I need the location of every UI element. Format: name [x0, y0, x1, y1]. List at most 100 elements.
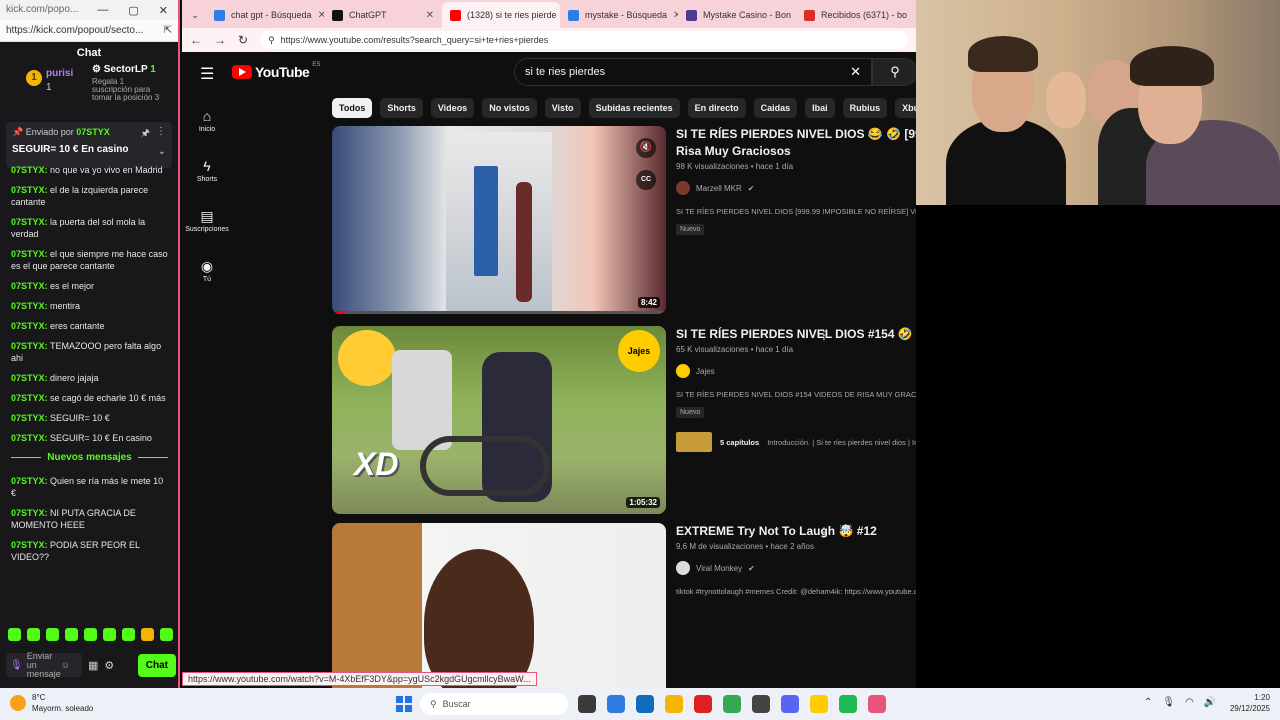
- channel-avatar[interactable]: [676, 181, 690, 195]
- filter-chip[interactable]: Videos: [430, 98, 475, 118]
- browser-tab[interactable]: Recibidos (6371) - bo ✕: [796, 2, 914, 28]
- mute-icon[interactable]: 🔇: [636, 138, 656, 158]
- emoji-icon[interactable]: ☺: [61, 660, 70, 670]
- chat-username[interactable]: 07STYX: [11, 476, 45, 486]
- emote-icon[interactable]: [103, 628, 116, 641]
- chat-message[interactable]: 07STYX: mentira: [11, 300, 168, 312]
- search-button[interactable]: ⚲: [872, 58, 916, 86]
- emote-icon[interactable]: [65, 628, 78, 641]
- chat-message[interactable]: 07STYX: TEMAZOOO pero falta algo ahi: [11, 340, 168, 364]
- chat-message[interactable]: 07STYX: SEGUIR= 10 € En casino: [11, 432, 168, 444]
- taskbar-app-icon[interactable]: [607, 695, 625, 713]
- chat-message[interactable]: 07STYX: eres cantante: [11, 320, 168, 332]
- filter-chip[interactable]: Rubius: [842, 98, 888, 118]
- send-chat-button[interactable]: Chat: [137, 653, 176, 677]
- close-tab-icon[interactable]: ✕: [913, 10, 914, 21]
- pin-toggle-icon[interactable]: 🖈: [141, 126, 150, 143]
- tab-list-icon[interactable]: ⌄: [184, 2, 206, 28]
- taskbar-app-icon[interactable]: [868, 695, 886, 713]
- minimize-icon[interactable]: —: [97, 4, 108, 16]
- channel-name[interactable]: Viral Monkey: [696, 564, 742, 573]
- gifter-name[interactable]: purisi: [46, 68, 73, 79]
- chat-message[interactable]: 07STYX: dinero jajaja: [11, 372, 168, 384]
- chat-username[interactable]: 07STYX: [11, 301, 45, 311]
- gift-icon[interactable]: ▦: [88, 659, 98, 672]
- chat-message[interactable]: 07STYX: no que va yo vivo en Madrid: [11, 164, 168, 176]
- filter-chip[interactable]: En directo: [687, 98, 746, 118]
- video-title[interactable]: SI TE RÍES PIERDES NIVEL DIOS #154 🤣 VID…: [676, 326, 916, 343]
- chat-message[interactable]: 07STYX: Quien se ría más le mete 10 €: [11, 475, 168, 499]
- taskbar-app-icon[interactable]: [781, 695, 799, 713]
- youtube-logo[interactable]: YouTube ES: [232, 62, 320, 80]
- video-title-line2[interactable]: Risa Muy Graciosos: [676, 143, 916, 160]
- chat-message[interactable]: 07STYX: se cagó de echarle 10 € más: [11, 392, 168, 404]
- emote-icon[interactable]: [160, 628, 173, 641]
- chat-message[interactable]: 07STYX: PODIA SER PEOR EL VIDEO??: [11, 539, 168, 563]
- video-result[interactable]: Jajes XD 1:05:32 SI TE RÍES PIERDES NIVE…: [332, 326, 916, 516]
- filter-chip[interactable]: Todos: [332, 98, 373, 118]
- channel-row[interactable]: Jajes: [676, 364, 916, 378]
- guide-item-home[interactable]: ⌂ Inicio: [182, 96, 232, 146]
- channel-name[interactable]: Jajes: [696, 367, 715, 376]
- browser-tab[interactable]: (1328) si te ries pierde✕: [442, 2, 560, 28]
- chat-username[interactable]: 07STYX: [11, 413, 45, 423]
- emote-icon[interactable]: [8, 628, 21, 641]
- video-title[interactable]: SI TE RÍES PIERDES NIVEL DIOS 😂 🤣 [999.9: [676, 126, 916, 143]
- video-result[interactable]: EXTREME Try Not To Laugh 🤯 #12 9,6 M de …: [332, 523, 916, 688]
- pinned-message[interactable]: 📌 Enviado por 07STYX SEGUIR= 10 € En cas…: [6, 122, 172, 168]
- site-info-icon[interactable]: ⚲: [268, 35, 275, 46]
- guide-item-shorts[interactable]: ϟ Shorts: [182, 146, 232, 196]
- channel-row[interactable]: Viral Monkey ✔: [676, 561, 916, 575]
- search-input[interactable]: si te ries pierdes ✕: [514, 58, 872, 86]
- filter-chip[interactable]: Shorts: [380, 98, 423, 118]
- channel-avatar[interactable]: [676, 364, 690, 378]
- chat-username[interactable]: 07STYX: [11, 341, 45, 351]
- chat-messages[interactable]: 07STYX: no que va yo vivo en Madrid 07STY…: [0, 164, 176, 614]
- chapters-row[interactable]: 5 capítulos Introducción. | Si te ríes p…: [676, 431, 916, 453]
- microphone-icon[interactable]: 🎙: [10, 660, 23, 670]
- back-icon[interactable]: ←: [190, 33, 202, 47]
- browser-tab[interactable]: mystake - Búsqueda ✕: [560, 2, 678, 28]
- chat-username[interactable]: 07STYX: [11, 165, 45, 175]
- taskbar-app-icon[interactable]: [839, 695, 857, 713]
- filter-chip[interactable]: Ibai: [805, 98, 835, 118]
- channel-name[interactable]: Marzell MKR: [696, 184, 742, 193]
- video-thumbnail[interactable]: [332, 523, 666, 688]
- channel-row[interactable]: Marzell MKR ✔: [676, 181, 916, 195]
- reload-icon[interactable]: ↻: [238, 33, 248, 47]
- wifi-icon[interactable]: ◠: [1185, 697, 1194, 708]
- video-result[interactable]: 🔇 CC 8:42 SI TE RÍES PIERDES NIVEL DIOS …: [332, 126, 916, 320]
- close-tab-icon[interactable]: ✕: [426, 10, 434, 21]
- taskbar-search[interactable]: ⚲ Buscar: [420, 693, 568, 715]
- taskbar-app-icon[interactable]: [810, 695, 828, 713]
- more-actions-icon[interactable]: ⋮: [818, 525, 830, 539]
- weather-widget[interactable]: 8°C Mayorm. soleado: [10, 692, 93, 714]
- chat-input[interactable]: 🎙 Enviar un mensaje ☺: [6, 651, 82, 678]
- video-title[interactable]: EXTREME Try Not To Laugh 🤯 #12: [676, 523, 916, 540]
- emote-icon[interactable]: [84, 628, 97, 641]
- taskbar-app-icon[interactable]: [665, 695, 683, 713]
- emote-icon[interactable]: [46, 628, 59, 641]
- browser-tab[interactable]: Mystake Casino - Bon✕: [678, 2, 796, 28]
- browser-tab[interactable]: ChatGPT ✕: [324, 2, 442, 28]
- more-actions-icon[interactable]: ⋮: [818, 328, 830, 342]
- chat-username[interactable]: 07STYX: [11, 373, 45, 383]
- chat-message[interactable]: 07STYX: NI PUTA GRACIA DE MOMENTO HEEE: [11, 507, 168, 531]
- filter-chip[interactable]: Caidas: [753, 98, 798, 118]
- emote-icon[interactable]: [27, 628, 40, 641]
- chat-message[interactable]: 07STYX: el que siempre me hace caso es e…: [11, 248, 168, 272]
- start-button[interactable]: [396, 696, 412, 712]
- guide-item-subscriptions[interactable]: ▤ Suscripciones: [182, 196, 232, 246]
- chat-message[interactable]: 07STYX: el de la izquierda parece cantan…: [11, 184, 168, 208]
- share-icon[interactable]: ⇱: [164, 25, 172, 36]
- clock[interactable]: 1:20 29/12/2025: [1224, 692, 1270, 714]
- chat-username[interactable]: 07STYX: [11, 217, 45, 227]
- filter-chip[interactable]: Visto: [544, 98, 581, 118]
- more-icon[interactable]: ⋮: [156, 126, 166, 137]
- taskbar-app-icon[interactable]: [694, 695, 712, 713]
- chat-username[interactable]: 07STYX: [11, 433, 45, 443]
- emote-icon[interactable]: [141, 628, 154, 641]
- settings-icon[interactable]: ⚙: [104, 659, 114, 672]
- clear-search-icon[interactable]: ✕: [850, 64, 861, 80]
- address-bar[interactable]: ⚲ https://www.youtube.com/results?search…: [260, 31, 908, 49]
